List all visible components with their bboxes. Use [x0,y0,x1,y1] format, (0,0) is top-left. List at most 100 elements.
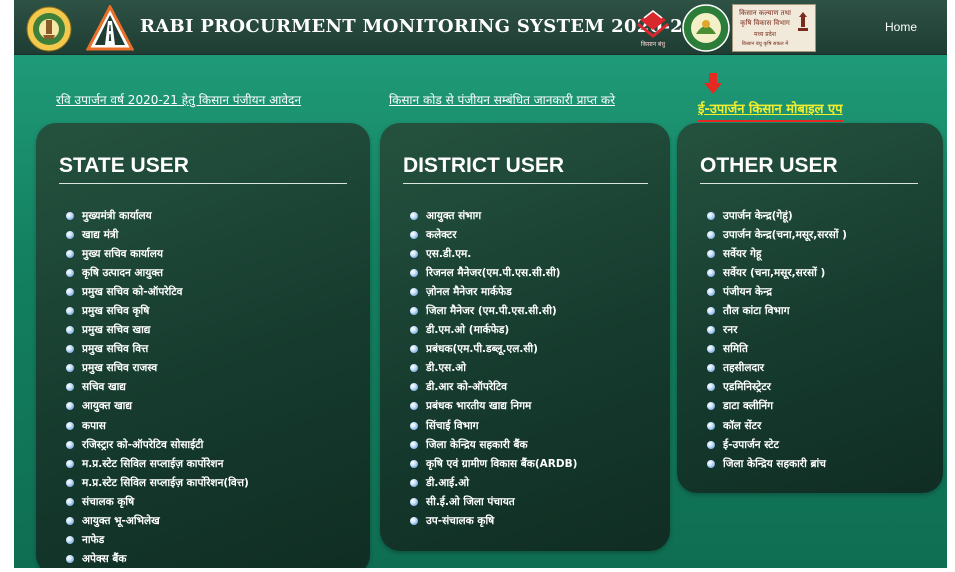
bullet-icon [66,345,74,354]
district-user-item[interactable]: डी.एम.ओ (मार्कफेड) [410,321,577,340]
state-user-item[interactable]: कपास [66,416,249,435]
kisan-bandhu-logo: किसान बंधु [622,6,684,52]
state-user-item-label: प्रमुख सचिव वित्त [82,343,149,356]
district-user-item[interactable]: जिला मैनेजर (एम.पी.एस.सी.सी) [410,301,577,320]
other-user-panel: OTHER USER उपार्जन केन्द्र(गेहूं) उपार्जन… [677,123,943,493]
home-link[interactable]: Home [885,20,917,34]
state-user-list: मुख्यमंत्री कार्यालय खाद्य मंत्री मुख्य सच… [66,206,249,568]
state-user-item[interactable]: रजिस्ट्रार को-ऑपरेटिव सोसाईटी [66,435,249,454]
other-user-item-label: पंजीयन केन्द्र [723,285,772,298]
bullet-icon [66,249,74,258]
state-user-item[interactable]: प्रमुख सचिव राजस्व [66,359,249,378]
state-user-item[interactable]: आयुक्त भू-अभिलेख [66,512,249,531]
state-user-item-label: नाफेड [82,534,105,547]
district-user-item[interactable]: डी.आर को-ऑपरेटिव [410,378,577,397]
bullet-icon [410,326,418,335]
district-user-item[interactable]: कृषि एवं ग्रामीण विकास बैंक(ARDB) [410,454,577,473]
state-user-item[interactable]: खाद्य मंत्री [66,225,249,244]
bullet-icon [410,230,418,239]
state-user-item[interactable]: आयुक्त खाद्य [66,397,249,416]
district-user-item[interactable]: कलेक्टर [410,225,577,244]
district-user-item-label: कलेक्टर [426,228,457,241]
state-user-item[interactable]: म.प्र.स्टेट सिविल सप्लाईज़ कार्पोरेशन [66,454,249,473]
district-user-item[interactable]: डी.आई.ओ [410,473,577,492]
other-user-item[interactable]: रनर [707,321,847,340]
district-user-item-label: जिला केन्द्रिय सहकारी बैंक [426,438,528,451]
farmer-welfare-seal-icon [682,4,730,52]
other-user-item[interactable]: एडमिनिस्ट्रेटर [707,378,847,397]
district-user-item-label: सिंचाई विभाग [426,419,479,432]
state-user-item[interactable]: कृषि उत्पादन आयुक्त [66,263,249,282]
other-user-item-label: कॉल सेंटर [723,419,762,432]
other-user-item[interactable]: तौल कांटा विभाग [707,301,847,320]
emblem-icon [798,12,808,31]
state-user-item-label: प्रमुख सचिव राजस्व [82,362,158,375]
district-user-item-label: जिला मैनेजर (एम.पी.एस.सी.सी) [426,305,557,318]
state-user-item[interactable]: अपेक्स बैंक [66,550,249,568]
district-user-item-label: डी.आई.ओ [426,476,469,489]
state-user-item-label: अपेक्स बैंक [82,553,127,566]
bullet-icon [66,555,74,564]
other-user-item[interactable]: उपार्जन केन्द्र(गेहूं) [707,206,847,225]
bullet-icon [707,440,715,449]
district-user-item[interactable]: आयुक्त संभाग [410,206,577,225]
state-user-item[interactable]: सचिव खाद्य [66,378,249,397]
bullet-icon [66,497,74,506]
panel-title: OTHER USER [700,154,838,177]
district-user-item[interactable]: सी.ई.ओ जिला पंचायत [410,492,577,511]
bullet-icon [707,402,715,411]
panel-title: DISTRICT USER [403,154,565,177]
state-user-item[interactable]: म.प्र.स्टेट सिविल सप्लाईज़ कार्पोरेशन(वि… [66,473,249,492]
other-user-item[interactable]: सर्वेयर (चना,मसूर,सरसों ) [707,263,847,282]
bullet-icon [410,268,418,277]
bullet-icon [410,517,418,526]
district-user-item[interactable]: प्रबंधक(एम.पी.डब्लू.एल.सी) [410,340,577,359]
state-user-item[interactable]: नाफेड [66,531,249,550]
district-user-panel: DISTRICT USER आयुक्त संभाग कलेक्टर एस.डी.ए… [380,123,670,551]
district-user-item[interactable]: डी.एस.ओ [410,359,577,378]
main-content: रवि उपार्जन वर्ष 2020-21 हेतु किसान पंजी… [14,55,947,568]
state-user-item[interactable]: मुख्य सचिव कार्यालय [66,244,249,263]
state-user-item[interactable]: मुख्यमंत्री कार्यालय [66,206,249,225]
other-user-item[interactable]: उपार्जन केन्द्र(चना,मसूर,सरसों ) [707,225,847,244]
other-user-item[interactable]: डाटा क्लीनिंग [707,397,847,416]
state-user-item-label: म.प्र.स्टेट सिविल सप्लाईज़ कार्पोरेशन(वि… [82,476,249,489]
district-user-item-label: सी.ई.ओ जिला पंचायत [426,495,515,508]
mobile-app-link[interactable]: ई-उपार्जन किसान मोबाइल एप [698,99,843,122]
state-user-item-label: म.प्र.स्टेट सिविल सप्लाईज़ कार्पोरेशन [82,457,224,470]
district-user-item[interactable]: प्रबंधक भारतीय खाद्य निगम [410,397,577,416]
bullet-icon [66,383,74,392]
bullet-icon [66,478,74,487]
district-user-item[interactable]: सिंचाई विभाग [410,416,577,435]
state-user-item[interactable]: प्रमुख सचिव कृषि [66,301,249,320]
district-user-item-label: रिजनल मैनेजर(एम.पी.एस.सी.सी) [426,266,561,279]
district-user-item-label: आयुक्त संभाग [426,209,482,222]
state-user-item[interactable]: प्रमुख सचिव वित्त [66,340,249,359]
district-user-item[interactable]: ज़ोनल मैनेजर मार्कफेड [410,282,577,301]
other-user-item[interactable]: सर्वेयर गेहू [707,244,847,263]
bullet-icon [707,268,715,277]
other-user-item[interactable]: समिति [707,340,847,359]
other-user-item[interactable]: जिला केन्द्रिय सहकारी ब्रांच [707,454,847,473]
divider [700,183,918,184]
other-user-list: उपार्जन केन्द्र(गेहूं) उपार्जन केन्द्र(चन… [707,206,847,473]
state-user-item[interactable]: संचालक कृषि [66,492,249,511]
bullet-icon [66,402,74,411]
district-user-item[interactable]: जिला केन्द्रिय सहकारी बैंक [410,435,577,454]
district-user-list: आयुक्त संभाग कलेक्टर एस.डी.एम. रिजनल मैनेजर… [410,206,577,531]
bullet-icon [66,364,74,373]
district-user-item-label: एस.डी.एम. [426,247,472,260]
state-user-item[interactable]: प्रमुख सचिव खाद्य [66,321,249,340]
other-user-item[interactable]: ई-उपार्जन स्टेट [707,435,847,454]
district-user-item[interactable]: रिजनल मैनेजर(एम.पी.एस.सी.सी) [410,263,577,282]
farmer-registration-link[interactable]: रवि उपार्जन वर्ष 2020-21 हेतु किसान पंजी… [56,91,301,108]
district-user-item[interactable]: एस.डी.एम. [410,244,577,263]
farmer-code-info-link[interactable]: किसान कोड से पंजीयन सम्बंधित जानकारी प्र… [389,91,615,108]
other-user-item-label: सर्वेयर गेहू [723,247,762,260]
other-user-item-label: तौल कांटा विभाग [723,305,790,318]
other-user-item[interactable]: तहसीलदार [707,359,847,378]
other-user-item[interactable]: पंजीयन केन्द्र [707,282,847,301]
other-user-item[interactable]: कॉल सेंटर [707,416,847,435]
state-user-item[interactable]: प्रमुख सचिव को-ऑपरेटिव [66,282,249,301]
district-user-item[interactable]: उप-संचालक कृषि [410,512,577,531]
